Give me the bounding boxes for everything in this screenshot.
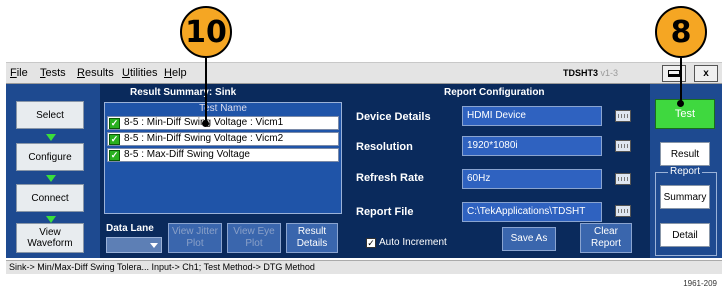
view-waveform-button[interactable]: View Waveform <box>16 223 84 253</box>
callout-10-leader <box>205 58 207 124</box>
configure-button[interactable]: Configure <box>16 143 84 171</box>
view-jitter-plot-button[interactable]: View Jitter Plot <box>168 223 222 253</box>
menu-bar: File Tests Results Utilities Help TDSHT3… <box>6 62 722 84</box>
minimize-button[interactable] <box>662 65 686 82</box>
list-item[interactable]: ✓ 8-5 : Min-Diff Swing Voltage : Vicm2 <box>107 132 339 146</box>
result-summary-title: Result Summary: Sink <box>130 87 237 98</box>
menu-help[interactable]: Help <box>164 67 187 79</box>
keyboard-icon[interactable] <box>615 205 631 217</box>
menu-tests[interactable]: Tests <box>40 67 66 79</box>
keyboard-icon[interactable] <box>615 140 631 152</box>
device-details-label: Device Details <box>356 111 431 123</box>
status-bar: Sink-> Min/Max-Diff Swing Tolera... Inpu… <box>6 260 722 274</box>
checkbox-checked-icon[interactable]: ✓ <box>109 134 120 145</box>
device-details-field[interactable]: HDMI Device <box>462 106 602 126</box>
resolution-label: Resolution <box>356 141 413 153</box>
test-report-column: Test Result Report Summary Detail <box>650 84 722 258</box>
figure-id: 1961-209 <box>683 279 717 288</box>
auto-increment-label: Auto Increment <box>379 237 447 248</box>
checkbox-checked-icon[interactable]: ✓ <box>109 150 120 161</box>
menu-file[interactable]: File <box>10 67 28 79</box>
resolution-field[interactable]: 1920*1080i <box>462 136 602 156</box>
report-group: Report Summary Detail <box>655 166 717 256</box>
data-lane-label: Data Lane <box>106 223 154 234</box>
connect-button[interactable]: Connect <box>16 184 84 212</box>
result-summary-panel: Result Summary: Sink Test Name ✓ 8-5 : M… <box>100 84 342 258</box>
callout-8-leader <box>680 58 682 104</box>
select-button[interactable]: Select <box>16 101 84 129</box>
test-button[interactable]: Test <box>655 99 715 129</box>
column-header-test-name: Test Name <box>199 103 247 114</box>
result-details-button[interactable]: Result Details <box>286 223 338 253</box>
auto-increment-checkbox[interactable]: ✓ <box>366 238 376 248</box>
detail-button[interactable]: Detail <box>660 223 710 247</box>
minimize-icon <box>668 70 680 77</box>
menu-utilities[interactable]: Utilities <box>122 67 157 79</box>
callout-8-dot <box>677 100 684 107</box>
list-item[interactable]: ✓ 8-5 : Min-Diff Swing Voltage : Vicm1 <box>107 116 339 130</box>
flow-arrow-icon <box>46 216 56 223</box>
keyboard-icon[interactable] <box>615 110 631 122</box>
summary-button[interactable]: Summary <box>660 185 710 209</box>
report-configuration-title: Report Configuration <box>444 87 545 98</box>
data-lane-select[interactable] <box>106 237 162 253</box>
checkbox-checked-icon[interactable]: ✓ <box>109 118 120 129</box>
app-title: TDSHT3 v1-3 <box>563 68 619 78</box>
workflow-column: Select Configure Connect View Waveform <box>6 84 100 258</box>
clear-report-button[interactable]: Clear Report <box>580 223 632 253</box>
chevron-down-icon <box>150 243 158 248</box>
view-eye-plot-button[interactable]: View Eye Plot <box>227 223 281 253</box>
callout-10: 10 <box>180 6 232 58</box>
result-list[interactable]: Test Name ✓ 8-5 : Min-Diff Swing Voltage… <box>104 102 342 214</box>
report-file-field[interactable]: C:\TekApplications\TDSHT <box>462 202 602 222</box>
flow-arrow-icon <box>46 175 56 182</box>
list-item[interactable]: ✓ 8-5 : Max-Diff Swing Voltage <box>107 148 339 162</box>
callout-8: 8 <box>655 6 707 58</box>
refresh-rate-field[interactable]: 60Hz <box>462 169 602 189</box>
report-group-label: Report <box>668 166 703 177</box>
save-as-button[interactable]: Save As <box>502 227 556 251</box>
callout-10-dot <box>202 120 209 127</box>
report-file-label: Report File <box>356 206 414 218</box>
keyboard-icon[interactable] <box>615 173 631 185</box>
report-configuration-panel: Report Configuration Device Details HDMI… <box>344 84 648 258</box>
result-button[interactable]: Result <box>660 142 710 166</box>
refresh-rate-label: Refresh Rate <box>356 172 424 184</box>
close-button[interactable]: x <box>694 65 718 82</box>
flow-arrow-icon <box>46 134 56 141</box>
menu-results[interactable]: Results <box>77 67 114 79</box>
main-panel: Select Configure Connect View Waveform R… <box>6 84 722 258</box>
app-version: v1-3 <box>600 68 619 78</box>
